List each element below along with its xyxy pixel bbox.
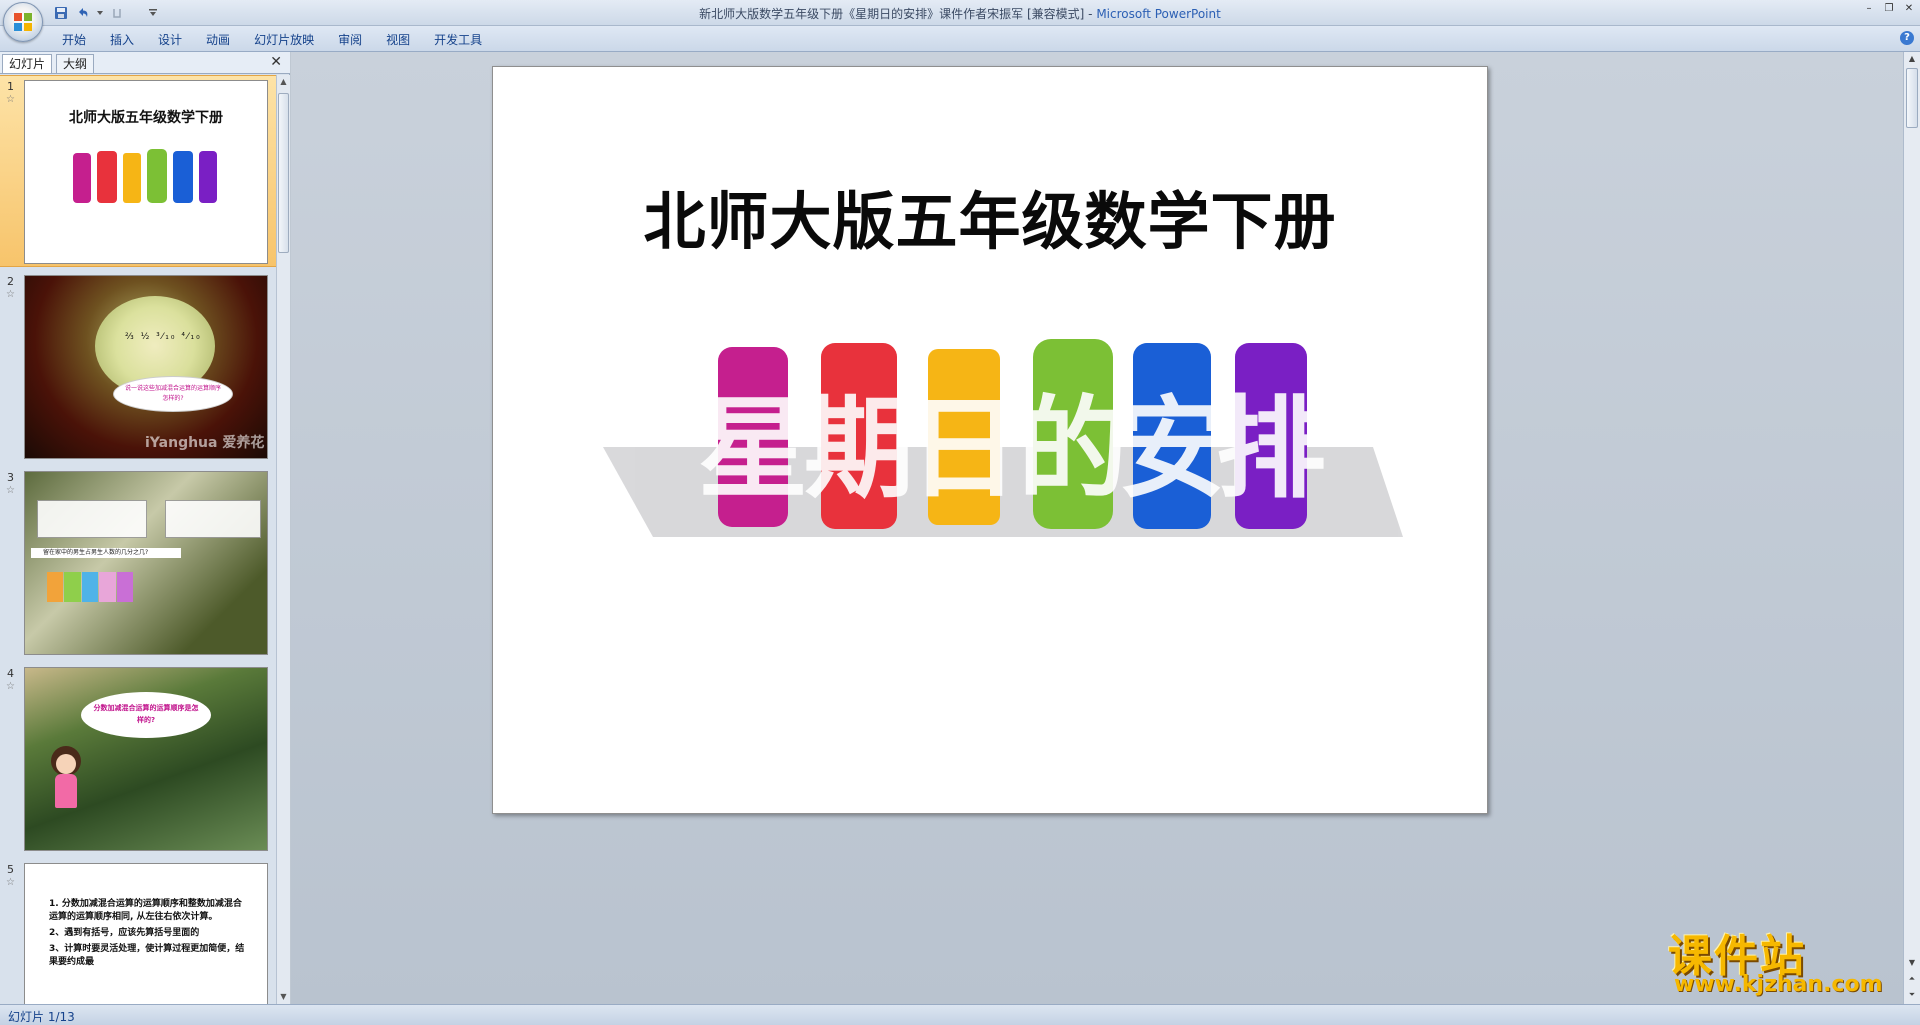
office-button[interactable]: [3, 2, 43, 42]
scroll-down-icon[interactable]: ▼: [1905, 956, 1919, 970]
close-icon[interactable]: ✕: [1902, 2, 1916, 14]
editor-scrollbar[interactable]: ▲ ▼ ⏶ ⏷: [1903, 52, 1920, 1004]
tab-view[interactable]: 视图: [374, 30, 422, 50]
wordart-char-5: 安: [1117, 385, 1227, 513]
animation-star-icon: ☆: [6, 681, 15, 692]
thumbnail-scrollbar[interactable]: ▲ ▼: [276, 75, 290, 1004]
tab-design[interactable]: 设计: [146, 30, 194, 50]
data-table-image: [165, 500, 261, 538]
animation-star-icon: ☆: [6, 94, 15, 105]
rules-text: 1. 分数加减混合运算的运算顺序和整数加减混合运算的运算顺序相同, 从左往右依次…: [49, 898, 249, 969]
next-slide-icon[interactable]: ⏷: [1905, 988, 1919, 1002]
slide-number: 2: [7, 275, 14, 288]
slides-pane: 幻灯片 大纲 ✕ 1 ☆ 北师大版五年级数学下册 2 ☆ ⅔ ½ ³⁄₁₀ ⁴⁄…: [0, 52, 290, 1004]
wordart-char-6: 排: [1216, 385, 1326, 513]
wordart-char-3: 日: [909, 385, 1019, 513]
slide-preview: 留在家中的男生占男生人数的几分之几?: [24, 471, 268, 655]
slide-title[interactable]: 北师大版五年级数学下册: [493, 171, 1487, 261]
site-watermark: 课件站 www.kjzhan.com: [1668, 920, 1904, 1000]
fraction-expressions: ⅔ ½ ³⁄₁₀ ⁴⁄₁₀: [125, 332, 202, 342]
slide-number: 1: [7, 80, 14, 93]
tab-outline[interactable]: 大纲: [56, 54, 95, 73]
tab-review[interactable]: 审阅: [326, 30, 374, 50]
girl-face: [56, 754, 76, 774]
previous-slide-icon[interactable]: ⏶: [1905, 972, 1919, 986]
slide-counter: 幻灯片 1/13: [8, 1010, 75, 1024]
wordart-char-1: 星: [698, 385, 808, 513]
scroll-up-icon[interactable]: ▲: [1905, 52, 1919, 66]
tab-home[interactable]: 开始: [50, 30, 98, 50]
app-name: Microsoft PowerPoint: [1096, 7, 1221, 21]
scroll-thumb[interactable]: [278, 93, 289, 253]
restore-icon[interactable]: ❐: [1882, 2, 1896, 14]
tab-slideshow[interactable]: 幻灯片放映: [242, 30, 326, 50]
tab-animations[interactable]: 动画: [194, 30, 242, 50]
minimize-icon[interactable]: –: [1862, 2, 1876, 14]
animation-star-icon: ☆: [6, 877, 15, 888]
wordart-title[interactable]: 星 期 日 的 安 排: [593, 337, 1413, 597]
wordart-thumbnail: [73, 149, 217, 203]
question-text: 留在家中的男生占男生人数的几分之几?: [31, 548, 181, 558]
ribbon-tabs: 开始 插入 设计 动画 幻灯片放映 审阅 视图 开发工具 ?: [0, 26, 1920, 52]
slide-editing-area: 北师大版五年级数学下册 星 期 日 的 安 排: [291, 52, 1903, 1004]
current-slide[interactable]: 北师大版五年级数学下册 星 期 日 的 安 排: [492, 66, 1488, 814]
window-controls: – ❐ ✕: [1862, 2, 1916, 14]
slide-preview: 1. 分数加减混合运算的运算顺序和整数加减混合运算的运算顺序相同, 从左往右依次…: [24, 863, 268, 1004]
tab-insert[interactable]: 插入: [98, 30, 146, 50]
rule-line: 1. 分数加减混合运算的运算顺序和整数加减混合运算的运算顺序相同, 从左往右依次…: [49, 899, 242, 922]
close-pane-icon[interactable]: ✕: [270, 54, 282, 70]
watermark-logo: iYanghua 爱养花: [145, 435, 265, 451]
pane-tabs: 幻灯片 大纲 ✕: [0, 52, 290, 74]
slide-preview: ⅔ ½ ³⁄₁₀ ⁴⁄₁₀ 说一说这些加减混合运算的运算顺序怎样的? iYang…: [24, 275, 268, 459]
slide-thumbnail-2[interactable]: 2 ☆ ⅔ ½ ³⁄₁₀ ⁴⁄₁₀ 说一说这些加减混合运算的运算顺序怎样的? i…: [0, 271, 276, 463]
animation-star-icon: ☆: [6, 289, 15, 300]
slide-preview: 北师大版五年级数学下册: [24, 80, 268, 264]
scroll-down-icon[interactable]: ▼: [277, 990, 290, 1004]
window-title: 新北师大版数学五年级下册《星期日的安排》课件作者宋振军 [兼容模式] - Mic…: [0, 5, 1920, 22]
fraction-bars: [47, 572, 134, 602]
slide-number: 5: [7, 863, 14, 876]
thumb-title: 北师大版五年级数学下册: [69, 110, 223, 126]
slide-thumbnail-5[interactable]: 5 ☆ 1. 分数加减混合运算的运算顺序和整数加减混合运算的运算顺序相同, 从左…: [0, 859, 276, 1004]
tab-developer[interactable]: 开发工具: [422, 30, 494, 50]
title-bar: 新北师大版数学五年级下册《星期日的安排》课件作者宋振军 [兼容模式] - Mic…: [0, 0, 1920, 42]
slide-thumbnail-1[interactable]: 1 ☆ 北师大版五年级数学下册: [0, 75, 276, 267]
slide-number: 4: [7, 667, 14, 680]
bubble-text: 说一说这些加减混合运算的运算顺序怎样的?: [124, 385, 221, 402]
slide-thumbnail-list: 1 ☆ 北师大版五年级数学下册 2 ☆ ⅔ ½ ³⁄₁₀ ⁴⁄₁₀ 说一说这些加…: [0, 75, 276, 1004]
girl-dress: [55, 774, 77, 808]
wordart-char-4: 的: [1018, 385, 1128, 513]
office-logo-icon: [14, 13, 32, 31]
status-bar: 幻灯片 1/13: [0, 1004, 1920, 1025]
tab-slides[interactable]: 幻灯片: [2, 54, 53, 73]
ribbon-tab-list: 开始 插入 设计 动画 幻灯片放映 审阅 视图 开发工具: [50, 30, 494, 50]
help-icon[interactable]: ?: [1900, 31, 1914, 45]
document-title: 新北师大版数学五年级下册《星期日的安排》课件作者宋振军 [兼容模式] -: [699, 7, 1097, 21]
cloud-text: 分数加减混合运算的运算顺序是怎样的?: [93, 704, 199, 724]
wordart-char-2: 期: [804, 385, 914, 513]
rule-line: 3、计算时要灵活处理，使计算过程更加简便，结果要约成最: [49, 944, 245, 967]
rule-line: 2、遇到有括号，应该先算括号里面的: [49, 928, 200, 938]
animation-star-icon: ☆: [6, 485, 15, 496]
slide-preview: 分数加减混合运算的运算顺序是怎样的?: [24, 667, 268, 851]
watermark-url: www.kjzhan.com: [1674, 972, 1883, 997]
scroll-up-icon[interactable]: ▲: [277, 75, 290, 89]
scroll-thumb[interactable]: [1906, 68, 1918, 128]
slide-thumbnail-3[interactable]: 3 ☆ 留在家中的男生占男生人数的几分之几?: [0, 467, 276, 659]
slide-number: 3: [7, 471, 14, 484]
data-table-image: [37, 500, 147, 538]
slide-thumbnail-4[interactable]: 4 ☆ 分数加减混合运算的运算顺序是怎样的?: [0, 663, 276, 855]
